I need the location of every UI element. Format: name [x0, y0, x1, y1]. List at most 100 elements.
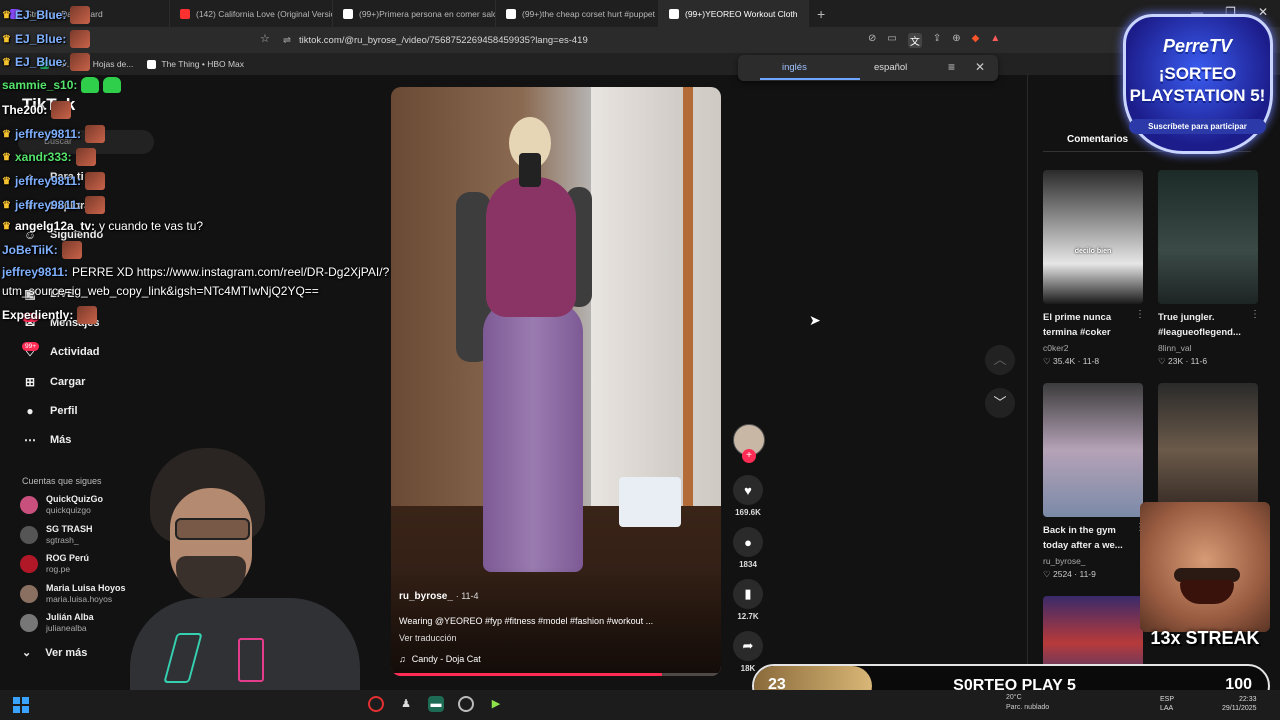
sidebar-item-7[interactable]: ⊞ Cargar — [22, 375, 86, 389]
sidebar-item-1[interactable]: ⌂ Para ti — [22, 170, 83, 184]
sidebar-item-label: LIVE — [50, 288, 75, 300]
tab-strip: Stream • Dashboard (142) California Love … — [0, 0, 809, 27]
video-progress-bar[interactable] — [391, 673, 721, 676]
see-translation-link[interactable]: Ver traducción — [399, 633, 457, 643]
language-indicator[interactable]: ESP LAA — [1160, 695, 1174, 713]
video-date: · 11-4 — [455, 591, 479, 601]
sidebar-item-2[interactable]: ✦ Explorar — [22, 199, 95, 213]
stats-separator: · — [1183, 356, 1191, 366]
video-description[interactable]: Wearing @YEOREO #fyp #fitness #model #fa… — [399, 616, 709, 626]
share-icon[interactable]: ⇪ — [933, 33, 941, 48]
search-input[interactable]: Buscar — [18, 130, 154, 154]
sidebar-item-8[interactable]: ● Perfil — [22, 404, 77, 418]
rewards-icon[interactable]: ▲ — [990, 33, 1000, 48]
account-text: Julián Alba julianealba — [46, 612, 94, 634]
address-bar-row: ☆ ⇌ tiktok.com/@ru_byrose_/video/7568752… — [0, 27, 1280, 53]
streak-widget: 13x STREAK — [1140, 502, 1270, 662]
play-icon[interactable]: ▶ — [488, 696, 504, 712]
app-icon-3[interactable] — [458, 696, 474, 712]
browser-tab[interactable]: (99+)the cheap corset hurt #puppet — [496, 0, 659, 27]
see-more-button[interactable]: ⌄ Ver más — [22, 646, 87, 660]
video-thumbnail[interactable] — [1158, 170, 1258, 304]
sidebar-item-9[interactable]: ⋯ Más — [22, 433, 71, 447]
new-tab-button[interactable]: + — [817, 6, 825, 22]
translate-from-language[interactable]: inglés — [782, 62, 807, 73]
video-thumbnail[interactable]: decilo bien — [1043, 170, 1143, 304]
like-button[interactable]: ♥ — [733, 475, 763, 505]
opera-icon[interactable] — [368, 696, 384, 712]
browser-tab[interactable]: Stream • Dashboard — [0, 0, 170, 27]
sidebar-item-label: Siguiendo — [50, 229, 104, 241]
bookmark-item[interactable]: The Thing • HBO Max — [147, 59, 244, 69]
next-video-button[interactable]: ﹀ — [985, 388, 1015, 418]
sidebar-item-3[interactable]: ☺ Siguiendo — [22, 228, 103, 242]
account-name: Maria Luisa Hoyos — [46, 582, 126, 593]
following-account[interactable]: Julián Alba julianealba — [20, 612, 94, 634]
chevron-down-icon: ﹀ — [993, 395, 1007, 410]
translate-close-icon[interactable]: ✕ — [975, 60, 985, 74]
following-account[interactable]: ROG Perú rog.pe — [20, 553, 89, 575]
windows-start-icon[interactable] — [13, 697, 29, 713]
tab-label: (99+)the cheap corset hurt #puppet — [522, 8, 656, 19]
weather-temp: 20°C — [1006, 694, 1022, 701]
more-options-icon[interactable]: ⋮ — [1250, 309, 1260, 320]
save-button[interactable]: ▮ — [733, 579, 763, 609]
thumbnail-author[interactable]: c0ker2 — [1043, 343, 1069, 353]
translate-to-language[interactable]: español — [874, 62, 907, 73]
translate-menu-icon[interactable]: ≡ — [948, 60, 955, 74]
sorteo-badge: PerreTV ¡SORTEO PLAYSTATION 5! Suscríbet… — [1115, 8, 1280, 158]
thumbnail-date: 11-6 — [1190, 356, 1208, 366]
address-bar[interactable]: ⇌ tiktok.com/@ru_byrose_/video/756875226… — [283, 31, 873, 49]
zoom-icon[interactable]: ⊕ — [952, 33, 960, 48]
browser-tab[interactable]: (99+)YEOREO Workout Cloth✕ — [659, 0, 809, 27]
sidebar-item-4[interactable]: ▣ LIVE — [22, 287, 74, 301]
thumbnail-author[interactable]: ru_byrose_ — [1043, 556, 1086, 566]
account-name: ROG Perú — [46, 553, 90, 563]
video-player[interactable]: ru_byrose_ · 11-4 Wearing @YEOREO #fyp #… — [391, 87, 721, 676]
brave-shield-icon[interactable]: ◆ — [972, 33, 980, 48]
app-icon[interactable]: ♟ — [398, 696, 414, 712]
sorteo-line3: Suscríbete para participar — [1129, 119, 1266, 134]
follow-plus-icon[interactable]: + — [742, 449, 756, 463]
heart-outline-icon: ♡ — [1043, 356, 1053, 366]
video-author[interactable]: ru_byrose_ · 11-4 — [399, 591, 479, 602]
more-options-icon[interactable]: ⋮ — [1135, 309, 1145, 320]
address-bar-icons: ⊘ ▭ 文 ⇪ ⊕ ◆ ▲ — [868, 33, 1000, 48]
weather-widget[interactable]: 20°C Parc. nublado — [1006, 693, 1049, 713]
bookmark-favicon-icon — [40, 59, 49, 69]
thumbnail-title[interactable]: Back in the gym today after a we... — [1043, 523, 1143, 553]
bookmark-star-icon[interactable]: ☆ — [260, 32, 270, 45]
following-account[interactable]: Maria Luisa Hoyos maria.luisa.hoyos — [20, 583, 126, 605]
like-action: ♥ 169.6K — [733, 475, 763, 517]
following-account[interactable]: QuickQuizGo quickquizgo — [20, 494, 103, 516]
video-thumbnail[interactable] — [1158, 383, 1258, 517]
comment-button[interactable]: ● — [733, 527, 763, 557]
following-account[interactable]: SG TRASH sgtrash_ — [20, 524, 93, 546]
tab-favicon-icon — [10, 8, 20, 19]
video-username[interactable]: ru_byrose_ — [399, 591, 453, 602]
bookmark-item[interactable]: Per... ex - Hojas de... — [40, 59, 133, 69]
tiktok-logo[interactable]: TikTok — [22, 95, 75, 115]
video-music[interactable]: ♫ Candy - Doja Cat — [399, 654, 481, 664]
site-info-icon[interactable]: ⇌ — [283, 35, 291, 46]
thumbnail-title[interactable]: True jungler. #leagueoflegend... — [1158, 310, 1258, 340]
taskbar-clock[interactable]: 22:33 29/11/2025 — [1222, 695, 1257, 713]
thumbnail-author[interactable]: 8linn_val — [1158, 343, 1192, 353]
app-icon-2[interactable]: ▬ — [428, 696, 444, 712]
chevron-down-icon: ⌄ — [22, 647, 32, 659]
sidebar-nav-icon: ☺ — [23, 228, 37, 242]
avatar — [20, 525, 38, 544]
share-button[interactable]: ➦ — [733, 631, 763, 661]
translate-icon[interactable]: 文 — [907, 33, 922, 48]
browser-tab[interactable]: (99+)Primera persona en comer salch — [333, 0, 496, 27]
thumbnail-title[interactable]: El prime nunca termina #coker — [1043, 310, 1143, 340]
tracking-icon[interactable]: ⊘ — [868, 33, 876, 48]
video-thumbnail[interactable] — [1043, 383, 1143, 517]
cast-icon[interactable]: ▭ — [887, 33, 896, 48]
heart-icon: ♥ — [744, 482, 752, 498]
browser-tab[interactable]: (142) California Love (Original Versio — [170, 0, 333, 27]
language-layout: LAA — [1160, 705, 1174, 712]
sorteo-brand: PerreTV — [1162, 36, 1233, 56]
previous-video-button[interactable]: ︿ — [985, 345, 1015, 375]
account-text: ROG Perú rog.pe — [46, 553, 89, 575]
